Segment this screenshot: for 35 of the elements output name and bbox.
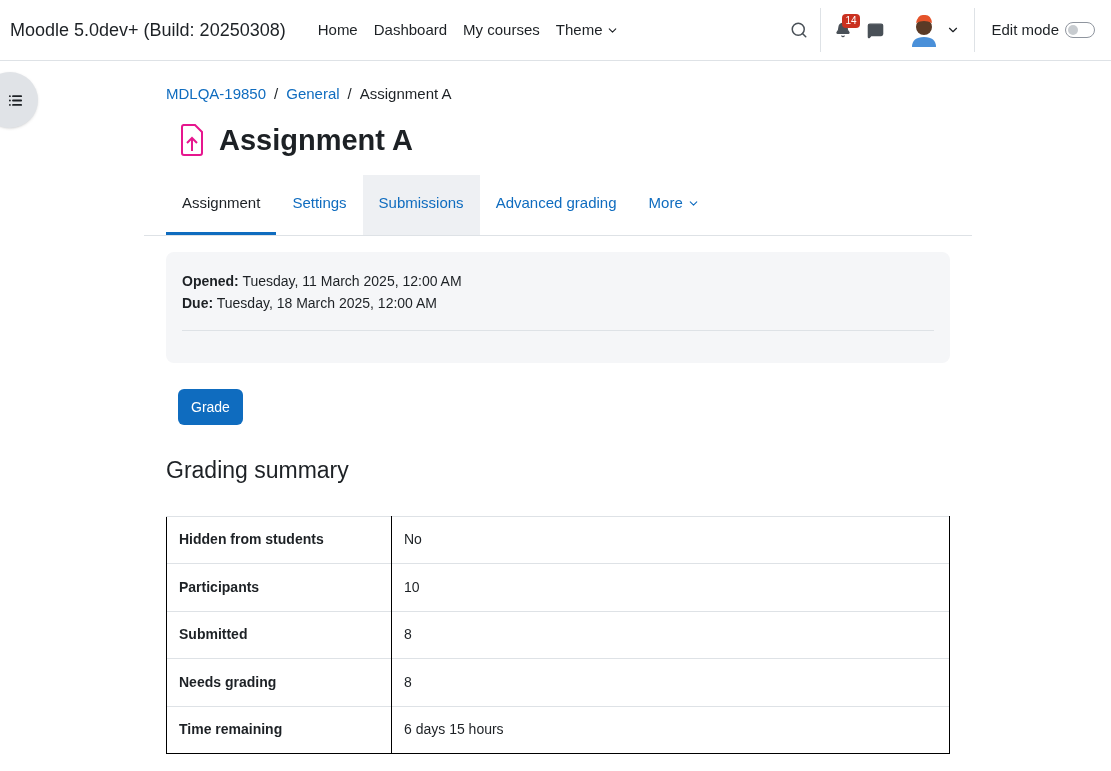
breadcrumb-link[interactable]: General	[286, 83, 340, 106]
date-line: Due: Tuesday, 18 March 2025, 12:00 AM	[182, 294, 438, 313]
current-page-text: Assignment A	[359, 84, 452, 104]
edit-mode-switch[interactable]	[1065, 22, 1095, 38]
table-cell: 8	[391, 658, 950, 706]
notification-count-badge: 14	[842, 14, 860, 28]
site-name[interactable]: Moodle 5.0dev+ (Build: 20250308)	[10, 16, 286, 44]
theme-menu[interactable]: Theme	[555, 18, 620, 42]
search-icon[interactable]	[790, 21, 809, 39]
breadcrumb-separator: /	[347, 84, 352, 104]
grade-button[interactable]: Grade	[178, 389, 243, 425]
tab[interactable]: Submissions	[362, 175, 480, 235]
table-cell: 8	[391, 611, 950, 659]
table-row-label: Needs grading	[166, 658, 392, 706]
nav-link[interactable]: Home	[317, 18, 358, 42]
table-cell: 10	[391, 563, 950, 611]
section-heading: Grading summary	[166, 456, 350, 485]
table-row-label: Submitted	[166, 611, 392, 659]
page-title: Assignment A	[219, 122, 413, 158]
edit-mode-label: Edit mode	[991, 19, 1059, 40]
file-upload-icon	[180, 124, 204, 157]
user-avatar-icon[interactable]	[910, 13, 939, 47]
table-row-label: Hidden from students	[166, 516, 392, 564]
messages-icon[interactable]	[867, 21, 885, 39]
nav-link[interactable]: My courses	[463, 18, 540, 42]
table-row-label: Participants	[166, 563, 392, 611]
list-icon	[8, 92, 23, 108]
date-line: Opened: Tuesday, 11 March 2025, 12:00 AM	[182, 272, 463, 291]
nav-link[interactable]: Dashboard	[373, 18, 448, 42]
more-tab[interactable]: More	[632, 175, 716, 235]
table-cell: No	[391, 516, 950, 564]
breadcrumb-separator: /	[274, 84, 279, 104]
breadcrumb-link[interactable]: MDLQA-19850	[166, 83, 267, 106]
table-cell: 6 days 15 hours	[391, 706, 950, 754]
table-row-label: Time remaining	[166, 706, 392, 754]
